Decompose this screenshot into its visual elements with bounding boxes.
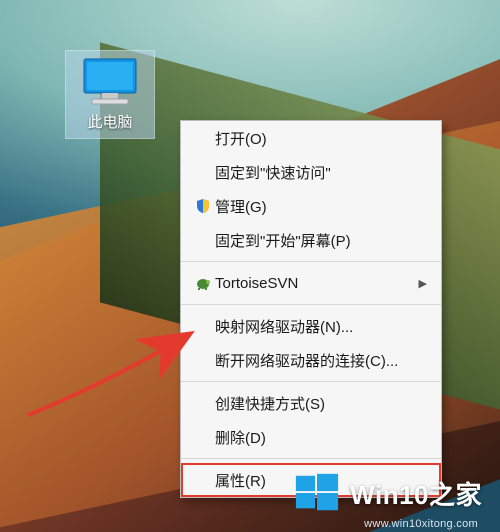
- watermark-url: www.win10xitong.com: [364, 518, 478, 530]
- submenu-arrow-icon: ▶: [419, 277, 427, 290]
- menu-item-label: 断开网络驱动器的连接(C)...: [215, 350, 427, 371]
- icon-selection-box: 此电脑: [65, 50, 155, 139]
- this-pc-icon: [78, 55, 142, 107]
- menu-item[interactable]: 断开网络驱动器的连接(C)...: [181, 343, 441, 377]
- menu-item-label: 删除(D): [215, 427, 427, 448]
- menu-item[interactable]: 删除(D): [181, 420, 441, 454]
- menu-item[interactable]: 管理(G): [181, 189, 441, 223]
- watermark: Win10之家: [294, 470, 482, 516]
- desktop-icon-this-pc[interactable]: 此电脑: [65, 50, 155, 139]
- menu-item-label: 创建快捷方式(S): [215, 393, 427, 414]
- watermark-text: Win10之家: [350, 475, 482, 512]
- menu-item-label: 固定到"快速访问": [215, 162, 427, 183]
- menu-item-label: 管理(G): [215, 196, 427, 217]
- tortoise-icon: [191, 275, 215, 291]
- menu-separator: [181, 458, 441, 459]
- menu-item-label: TortoiseSVN: [215, 275, 419, 292]
- shield-icon: [191, 198, 215, 214]
- menu-item-label: 固定到"开始"屏幕(P): [215, 230, 427, 251]
- menu-item[interactable]: 固定到"快速访问": [181, 155, 441, 189]
- menu-separator: [181, 381, 441, 382]
- menu-item[interactable]: TortoiseSVN▶: [181, 266, 441, 300]
- context-menu: 打开(O) 固定到"快速访问" 管理(G) 固定到"开始"屏幕(P) TortoiseS…: [180, 120, 442, 498]
- windows-logo-icon: [294, 470, 340, 516]
- desktop-background: 此电脑 打开(O) 固定到"快速访问" 管理(G) 固定到"开始"屏幕(P) Torto…: [0, 0, 500, 532]
- menu-item[interactable]: 映射网络驱动器(N)...: [181, 309, 441, 343]
- menu-item[interactable]: 固定到"开始"屏幕(P): [181, 223, 441, 257]
- menu-item[interactable]: 创建快捷方式(S): [181, 386, 441, 420]
- menu-separator: [181, 261, 441, 262]
- desktop-icon-label: 此电脑: [68, 111, 152, 132]
- menu-item-label: 映射网络驱动器(N)...: [215, 316, 427, 337]
- menu-separator: [181, 304, 441, 305]
- menu-item-label: 打开(O): [215, 128, 427, 149]
- menu-item[interactable]: 打开(O): [181, 121, 441, 155]
